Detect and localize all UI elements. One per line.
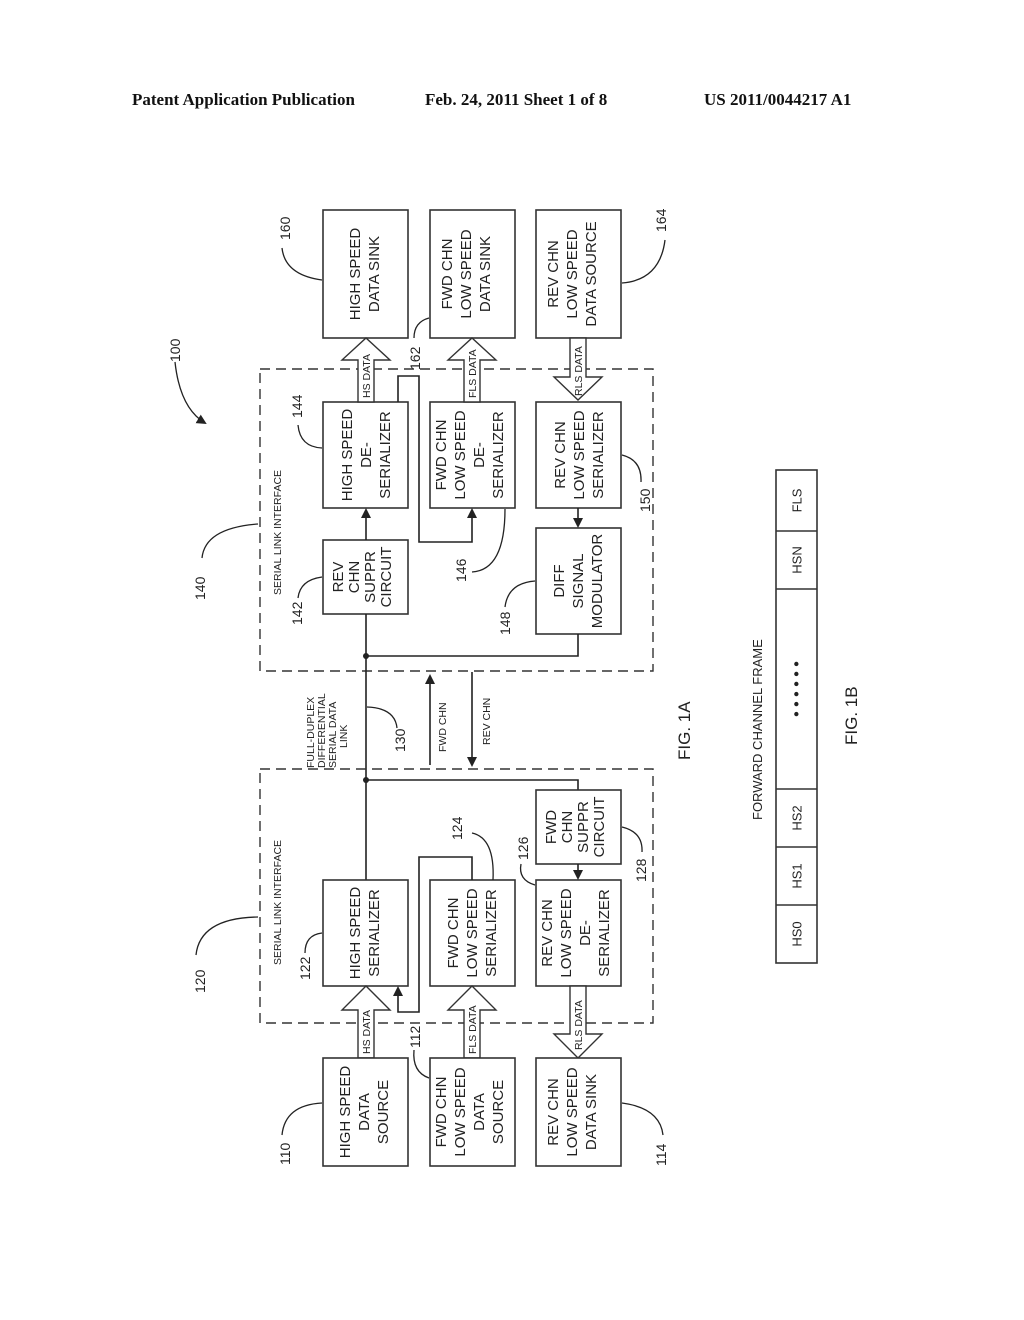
ref-120: 120 (192, 969, 208, 993)
lead-126 (519, 863, 536, 886)
figure-canvas: 100 HIGH SPEED DATA SINK 160 FWD CHN LOW S… (167, 208, 861, 1167)
frame-slot-fls: FLS (790, 488, 805, 512)
lead-146 (471, 508, 506, 573)
lead-144 (297, 424, 323, 449)
lead-142 (297, 576, 323, 599)
interface-120-label: SERIAL LINK INTERFACE (272, 840, 284, 965)
ref-164: 164 (653, 208, 669, 232)
lead-148 (504, 580, 536, 608)
bus-hs-label-bottom: HS DATA (361, 1010, 373, 1054)
ref-124: 124 (449, 816, 465, 840)
bus-rls-label-top: RLS DATA (573, 346, 585, 396)
ref-112: 112 (407, 1025, 423, 1048)
frame-slot-hs1: HS1 (790, 863, 805, 888)
ref-150: 150 (637, 488, 653, 512)
fwd-chn-label: FWD CHN (437, 702, 449, 752)
bus-fls-label-bottom: FLS DATA (467, 1005, 479, 1054)
frame-slot-hsn: HSN (790, 546, 805, 573)
lead-114 (621, 1102, 664, 1136)
lead-130 (366, 706, 398, 729)
ref-114: 114 (653, 1143, 669, 1166)
lead-150 (621, 454, 642, 483)
lead-128 (621, 826, 643, 853)
forward-channel-frame-title: FORWARD CHANNEL FRAME (750, 639, 765, 820)
rev-chn-label: REV CHN (481, 698, 493, 745)
block-162-label: FWD CHN LOW SPEED DATA SINK (439, 229, 494, 318)
lead-140 (201, 523, 259, 559)
system-reference: 100 (167, 338, 207, 425)
ref-162: 162 (407, 346, 423, 370)
frame-slot-hs2: HS2 (790, 805, 805, 830)
lead-164 (621, 239, 666, 284)
lead-124 (471, 832, 494, 881)
system-arrow (174, 361, 207, 425)
interface-140-label: SERIAL LINK INTERFACE (272, 470, 284, 595)
lead-112 (413, 1049, 430, 1079)
wire-148-to-link (366, 634, 579, 657)
lead-160 (281, 247, 323, 281)
ref-130: 130 (392, 728, 408, 752)
top-serial-link-interface: SERIAL LINK INTERFACE 140 HIGH SPEED DE- S… (192, 368, 654, 780)
lead-120 (195, 916, 259, 956)
frame-slot-hs0: HS0 (790, 921, 805, 946)
lead-162 (413, 317, 430, 339)
lead-122 (304, 932, 323, 954)
fig-1b: FORWARD CHANNEL FRAME HS0 HS1 HS2 • • • • •… (750, 469, 861, 964)
ref-160: 160 (277, 216, 293, 240)
wire-link-to-128 (366, 779, 579, 790)
bottom-blocks: HIGH SPEED DATA SOURCE 110 FWD CHN LOW SPEE… (277, 1057, 669, 1167)
junction-top (363, 653, 369, 659)
bottom-serial-link-interface: SERIAL LINK INTERFACE 120 HIGH SPEED SERI… (192, 768, 654, 1024)
ref-144: 144 (289, 394, 305, 418)
ref-126: 126 (515, 836, 531, 860)
bus-hs-label-top: HS DATA (361, 354, 373, 398)
frame-slot-ellipsis: • • • • • • (789, 661, 806, 717)
ref-140: 140 (192, 576, 208, 600)
link-130-label: FULL-DUPLEXDIFFERENTIALSERIAL DATALINK (305, 693, 350, 768)
bus-rls-label-bottom: RLS DATA (573, 1000, 585, 1050)
serial-data-link: FULL-DUPLEXDIFFERENTIALSERIAL DATALINK 1… (305, 672, 694, 768)
block-150-label: REV CHN LOW SPEED SERIALIZER (552, 410, 607, 499)
top-bus-arrows: HS DATA FLS DATA RLS DATA (340, 337, 604, 403)
ref-148: 148 (497, 611, 513, 635)
junction-bottom (363, 777, 369, 783)
fig-1a-caption: FIG. 1A (675, 701, 694, 760)
ref-122: 122 (297, 956, 313, 980)
ref-110: 110 (277, 1142, 293, 1165)
ref-128: 128 (633, 858, 649, 882)
lead-110 (281, 1102, 323, 1136)
block-124-label: FWD CHN LOW SPEED SERIALIZER (445, 888, 500, 977)
fig-1b-caption: FIG. 1B (842, 686, 861, 745)
ref-146: 146 (453, 558, 469, 582)
ref-100: 100 (167, 338, 183, 362)
bus-fls-label-top: FLS DATA (467, 349, 479, 398)
block-114-label: REV CHN LOW SPEED DATA SINK (545, 1067, 600, 1156)
ref-142: 142 (289, 601, 305, 625)
